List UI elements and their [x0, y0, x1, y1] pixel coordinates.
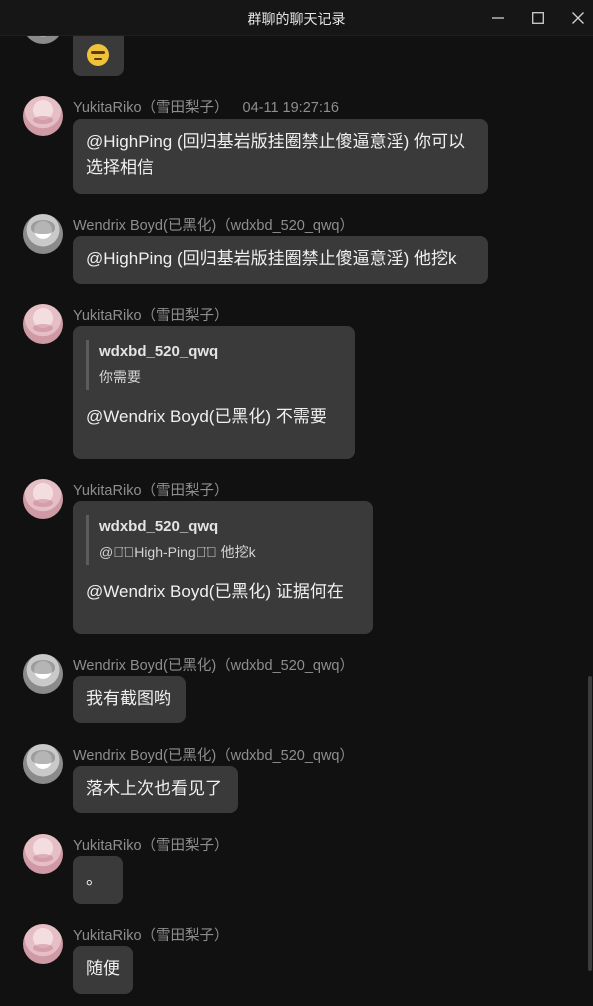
- message-text: @HighPing (回归基岩版挂圈禁止傻逼意淫) 你可以选择相信: [86, 132, 466, 177]
- message-bubble[interactable]: 落木上次也看见了: [73, 766, 238, 813]
- sender-name: YukitaRiko（雪田梨子）: [73, 483, 229, 499]
- message-bubble[interactable]: [73, 36, 124, 76]
- sender-name: YukitaRiko（雪田梨子）: [73, 838, 229, 854]
- message-bubble[interactable]: @HighPing (回归基岩版挂圈禁止傻逼意淫) 他挖k: [73, 236, 488, 284]
- scrollbar-thumb[interactable]: [588, 676, 592, 971]
- minimize-icon: [492, 17, 504, 19]
- message-bubble[interactable]: 随便: [73, 946, 133, 994]
- maximize-button[interactable]: [524, 6, 552, 30]
- avatar[interactable]: [23, 36, 63, 44]
- avatar[interactable]: [23, 479, 63, 519]
- avatar[interactable]: [23, 924, 63, 964]
- quoted-sender: wdxbd_520_qwq: [99, 518, 219, 535]
- message-bubble[interactable]: wdxbd_520_qwq @◡̈⃝High-Ping◡̈⃝ 他挖k @Wend…: [73, 501, 373, 634]
- avatar[interactable]: [23, 744, 63, 784]
- close-icon: [572, 12, 584, 24]
- sender-name: Wendrix Boyd(已黑化)（wdxbd_520_qwq）: [73, 658, 354, 674]
- quoted-text: @◡̈⃝High-Ping◡̈⃝ 他挖k: [99, 544, 256, 560]
- message-list[interactable]: YukitaRiko（雪田梨子） 04-11 19:27:16 @HighPing…: [0, 36, 593, 1006]
- sender-label: YukitaRiko（雪田梨子）: [73, 100, 229, 116]
- title-bar: 群聊的聊天记录: [0, 0, 593, 36]
- avatar[interactable]: [23, 654, 63, 694]
- quoted-message[interactable]: wdxbd_520_qwq @◡̈⃝High-Ping◡̈⃝ 他挖k: [86, 515, 360, 565]
- quoted-text: 你需要: [99, 369, 141, 385]
- message-text: @HighPing (回归基岩版挂圈禁止傻逼意淫) 他挖k: [86, 249, 457, 268]
- message-text: 落木上次也看见了: [86, 779, 222, 798]
- avatar[interactable]: [23, 834, 63, 874]
- minimize-button[interactable]: [484, 6, 512, 30]
- message-text: @Wendrix Boyd(已黑化) 证据何在: [86, 582, 344, 601]
- message-text: @Wendrix Boyd(已黑化) 不需要: [86, 407, 327, 426]
- message-bubble[interactable]: 我有截图哟: [73, 676, 186, 723]
- message-text: 。: [86, 869, 103, 888]
- message-time: 04-11 19:27:16: [242, 100, 339, 116]
- sender-name: YukitaRiko（雪田梨子） 04-11 19:27:16: [73, 96, 339, 117]
- avatar[interactable]: [23, 214, 63, 254]
- close-button[interactable]: [564, 6, 592, 30]
- message-bubble[interactable]: @HighPing (回归基岩版挂圈禁止傻逼意淫) 你可以选择相信: [73, 119, 488, 194]
- quoted-sender: wdxbd_520_qwq: [99, 343, 219, 360]
- avatar[interactable]: [23, 96, 63, 136]
- smiling-face-emoji-icon: [87, 43, 109, 66]
- message-text: 我有截图哟: [86, 689, 171, 708]
- message-bubble[interactable]: 。: [73, 856, 123, 904]
- quoted-message[interactable]: wdxbd_520_qwq 你需要: [86, 340, 342, 390]
- sender-name: YukitaRiko（雪田梨子）: [73, 928, 229, 944]
- message-bubble[interactable]: wdxbd_520_qwq 你需要 @Wendrix Boyd(已黑化) 不需要: [73, 326, 355, 459]
- sender-name: Wendrix Boyd(已黑化)（wdxbd_520_qwq）: [73, 218, 354, 234]
- sender-name: Wendrix Boyd(已黑化)（wdxbd_520_qwq）: [73, 748, 354, 764]
- sender-name: YukitaRiko（雪田梨子）: [73, 308, 229, 324]
- message-text: 随便: [86, 959, 120, 978]
- maximize-icon: [532, 12, 544, 24]
- avatar[interactable]: [23, 304, 63, 344]
